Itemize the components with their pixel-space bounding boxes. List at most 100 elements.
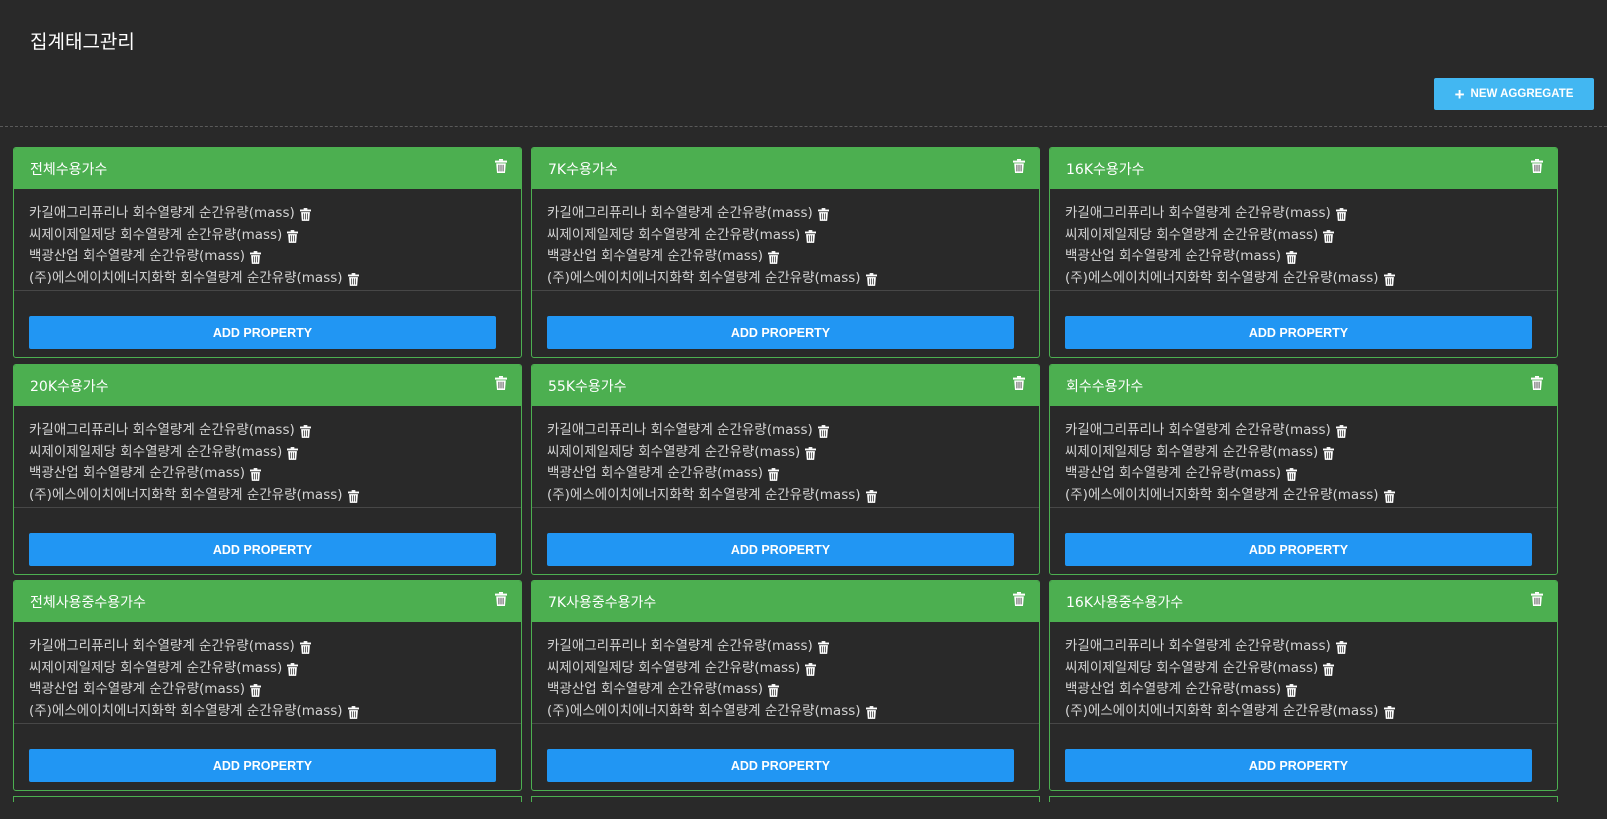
property-item: 카길애그리퓨리나 회수열량계 순간유량(mass) — [547, 203, 1024, 225]
trash-icon[interactable] — [768, 467, 780, 482]
trash-icon[interactable] — [495, 158, 507, 173]
card-title: 16K수용가수 — [1066, 162, 1145, 178]
trash-icon[interactable] — [1286, 467, 1298, 482]
trash-icon[interactable] — [1531, 375, 1543, 390]
property-item: 백광산업 회수열량계 순간유량(mass) — [29, 246, 506, 268]
property-label: 씨제이제일제당 회수열량계 순간유량(mass) — [29, 226, 283, 243]
new-aggregate-button[interactable]: + NEW AGGREGATE — [1434, 78, 1594, 110]
aggregate-card: 전체사용중수용가수 카길애그리퓨리나 회수열량계 순간유량(mass) 씨제이제일제… — [13, 580, 522, 791]
add-property-button[interactable]: ADD PROPERTY — [547, 533, 1014, 566]
property-label: (주)에스에이치에너지화학 회수열량계 순간유량(mass) — [29, 486, 343, 503]
property-label: 백광산업 회수열량계 순간유량(mass) — [29, 465, 246, 481]
trash-icon[interactable] — [805, 229, 817, 243]
card-header: 7K수용가수 — [532, 148, 1039, 189]
trash-icon[interactable] — [1286, 683, 1298, 698]
card-header: 20K수용가수 — [14, 365, 521, 406]
trash-icon[interactable] — [287, 662, 299, 676]
add-property-button[interactable]: ADD PROPERTY — [29, 749, 496, 782]
trash-icon[interactable] — [287, 446, 299, 460]
trash-icon[interactable] — [805, 662, 817, 676]
trash-icon[interactable] — [1383, 272, 1395, 286]
property-label: 백광산업 회수열량계 순간유량(mass) — [1065, 681, 1282, 697]
trash-icon[interactable] — [805, 446, 817, 460]
property-label: (주)에스에이치에너지화학 회수열량계 순간유량(mass) — [547, 486, 861, 503]
aggregate-card: 7K수용가수카길애그리퓨리나 회수열량계 순간유량(mass) 씨제이제일제당 회… — [531, 147, 1040, 358]
add-property-button[interactable]: ADD PROPERTY — [1065, 316, 1532, 349]
property-item: (주)에스에이치에너지화학 회수열량계 순간유량(mass) — [29, 485, 506, 507]
property-item: 백광산업 회수열량계 순간유량(mass) — [1065, 246, 1542, 268]
trash-icon[interactable] — [1335, 207, 1347, 222]
property-label: 카길애그리퓨리나 회수열량계 순간유량(mass) — [547, 638, 813, 654]
property-item: (주)에스에이치에너지화학 회수열량계 순간유량(mass) — [547, 701, 1024, 723]
card-title: 전체수용가수 — [30, 162, 108, 178]
trash-icon[interactable] — [768, 250, 780, 265]
trash-icon[interactable] — [250, 250, 262, 265]
card-header: 전체수용가수 — [14, 148, 521, 189]
property-label: 씨제이제일제당 회수열량계 순간유량(mass) — [29, 443, 283, 460]
property-item: (주)에스에이치에너지화학 회수열량계 순간유량(mass) — [1065, 268, 1542, 290]
card-title: 20K수용가수 — [30, 379, 109, 395]
trash-icon[interactable] — [865, 272, 877, 286]
property-label: 백광산업 회수열량계 순간유량(mass) — [29, 681, 246, 697]
trash-icon[interactable] — [1323, 662, 1335, 676]
property-item: 씨제이제일제당 회수열량계 순간유량(mass) — [547, 225, 1024, 247]
trash-icon[interactable] — [865, 489, 877, 503]
trash-icon[interactable] — [1323, 229, 1335, 243]
property-list: 카길애그리퓨리나 회수열량계 순간유량(mass) 씨제이제일제당 회수열량계 순… — [14, 189, 521, 291]
add-property-button[interactable]: ADD PROPERTY — [547, 749, 1014, 782]
property-label: 카길애그리퓨리나 회수열량계 순간유량(mass) — [1065, 205, 1331, 221]
aggregate-card: 16K수용가수카길애그리퓨리나 회수열량계 순간유량(mass) 씨제이제일제당 … — [1049, 147, 1558, 358]
trash-icon[interactable] — [299, 640, 311, 655]
add-property-button[interactable]: ADD PROPERTY — [547, 316, 1014, 349]
property-label: 카길애그리퓨리나 회수열량계 순간유량(mass) — [29, 422, 295, 438]
trash-icon[interactable] — [1335, 640, 1347, 655]
property-label: 씨제이제일제당 회수열량계 순간유량(mass) — [1065, 226, 1319, 243]
trash-icon[interactable] — [495, 591, 507, 606]
card-title: 전체사용중수용가수 — [30, 595, 146, 611]
trash-icon[interactable] — [250, 683, 262, 698]
trash-icon[interactable] — [347, 489, 359, 503]
header-divider — [0, 126, 1607, 127]
trash-icon[interactable] — [1383, 705, 1395, 719]
trash-icon[interactable] — [768, 683, 780, 698]
aggregate-card: 전체수용가수카길애그리퓨리나 회수열량계 순간유량(mass) 씨제이제일제당 회… — [13, 147, 522, 358]
property-list: 카길애그리퓨리나 회수열량계 순간유량(mass) 씨제이제일제당 회수열량계 순… — [1050, 406, 1557, 508]
trash-icon[interactable] — [250, 467, 262, 482]
trash-icon[interactable] — [1013, 591, 1025, 606]
trash-icon[interactable] — [287, 229, 299, 243]
add-property-button[interactable]: ADD PROPERTY — [1065, 533, 1532, 566]
property-label: (주)에스에이치에너지화학 회수열량계 순간유량(mass) — [547, 702, 861, 719]
property-label: 씨제이제일제당 회수열량계 순간유량(mass) — [1065, 443, 1319, 460]
property-label: 백광산업 회수열량계 순간유량(mass) — [547, 681, 764, 697]
trash-icon[interactable] — [299, 424, 311, 439]
card-header: 회수수용가수 — [1050, 365, 1557, 406]
card-header: 16K사용중수용가수 — [1050, 581, 1557, 622]
property-item: 백광산업 회수열량계 순간유량(mass) — [29, 463, 506, 485]
add-property-button[interactable]: ADD PROPERTY — [29, 316, 496, 349]
trash-icon[interactable] — [1335, 424, 1347, 439]
trash-icon[interactable] — [1286, 250, 1298, 265]
add-property-button[interactable]: ADD PROPERTY — [1065, 749, 1532, 782]
property-label: (주)에스에이치에너지화학 회수열량계 순간유량(mass) — [1065, 486, 1379, 503]
trash-icon[interactable] — [347, 705, 359, 719]
trash-icon[interactable] — [1013, 158, 1025, 173]
trash-icon[interactable] — [1383, 489, 1395, 503]
property-item: 씨제이제일제당 회수열량계 순간유량(mass) — [1065, 442, 1542, 464]
trash-icon[interactable] — [865, 705, 877, 719]
trash-icon[interactable] — [1013, 375, 1025, 390]
property-label: 카길애그리퓨리나 회수열량계 순간유량(mass) — [547, 205, 813, 221]
property-label: 카길애그리퓨리나 회수열량계 순간유량(mass) — [1065, 638, 1331, 654]
trash-icon[interactable] — [347, 272, 359, 286]
trash-icon[interactable] — [495, 375, 507, 390]
trash-icon[interactable] — [1531, 591, 1543, 606]
trash-icon[interactable] — [817, 424, 829, 439]
trash-icon[interactable] — [817, 640, 829, 655]
trash-icon[interactable] — [1531, 158, 1543, 173]
add-property-button[interactable]: ADD PROPERTY — [29, 533, 496, 566]
property-item: (주)에스에이치에너지화학 회수열량계 순간유량(mass) — [29, 701, 506, 723]
trash-icon[interactable] — [299, 207, 311, 222]
trash-icon[interactable] — [1323, 446, 1335, 460]
trash-icon[interactable] — [817, 207, 829, 222]
card-title: 55K수용가수 — [548, 379, 627, 395]
property-item: 씨제이제일제당 회수열량계 순간유량(mass) — [29, 225, 506, 247]
